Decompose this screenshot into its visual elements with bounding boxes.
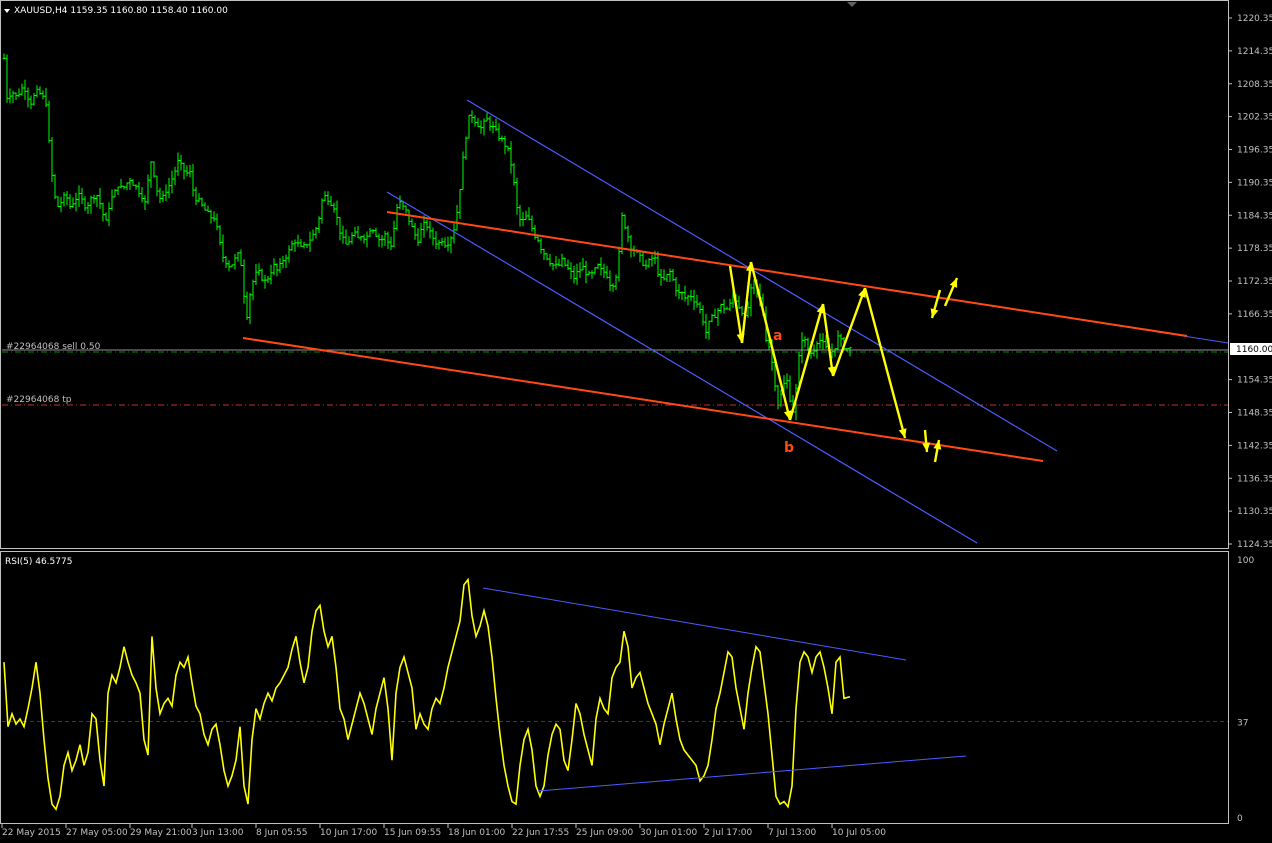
rsi-line [3, 577, 851, 811]
price-annotations [2, 99, 1229, 544]
main-chart-frame [0, 0, 1229, 549]
price-tick-label: 1190.35 [1237, 178, 1272, 188]
price-tick-label: 1172.35 [1237, 277, 1272, 287]
time-tick-label: 3 Jun 13:00 [192, 828, 244, 838]
time-tick-label: 30 Jun 01:00 [640, 828, 697, 838]
rsi-lower-trendline [537, 755, 967, 792]
chart-window[interactable]: XAUUSD,H4 1159.35 1160.80 1158.40 1160.0… [0, 0, 1272, 839]
current-price-label: 1160.00 [1236, 345, 1272, 355]
time-tick-label: 22 May 2015 [2, 828, 61, 838]
rsi-plot: 100 37 0 [2, 556, 1254, 824]
price-tick-label: 1178.35 [1237, 244, 1272, 254]
symbol-header: XAUUSD,H4 1159.35 1160.80 1158.40 1160.0… [14, 6, 228, 16]
price-tick-label: 1220.35 [1237, 14, 1272, 24]
price-tick-label: 1130.35 [1237, 507, 1272, 517]
price-tick-label: 1214.35 [1237, 47, 1272, 57]
sell-order-label[interactable]: #22964068 sell 0.50 [6, 342, 101, 352]
time-tick-label: 29 May 21:00 [130, 828, 192, 838]
price-tick-label: 1208.35 [1237, 80, 1272, 90]
time-tick-label: 10 Jun 17:00 [320, 828, 377, 838]
channel-lower-line [386, 191, 978, 544]
tp-order-label[interactable]: #22964068 tp [6, 395, 72, 405]
resistance-trendline [386, 211, 1188, 337]
rsi-tick-label: 0 [1237, 814, 1243, 824]
wave-arrow [863, 287, 907, 439]
price-candles [2, 53, 852, 421]
rsi-upper-trendline [482, 587, 907, 661]
wave-label-b: b [784, 440, 794, 456]
time-tick-label: 8 Jun 05:55 [256, 828, 307, 838]
price-axis: 1220.35 1214.35 1208.35 1202.35 1196.35 1190.… [1228, 14, 1272, 550]
price-tick-label: 1202.35 [1237, 113, 1272, 123]
price-tick-label: 1154.35 [1237, 376, 1272, 386]
price-tick-label: 1142.35 [1237, 441, 1272, 451]
wave-arrow [749, 261, 792, 421]
price-tick-label: 1136.35 [1237, 474, 1272, 484]
price-tick-label: 1166.35 [1237, 310, 1272, 320]
time-tick-label: 25 Jun 09:00 [576, 828, 633, 838]
price-tick-label: 1196.35 [1237, 146, 1272, 156]
wave-arrow [728, 265, 744, 344]
rsi-tick-label: 37 [1237, 719, 1248, 729]
rsi-chart-frame [0, 551, 1229, 824]
price-tick-label: 1148.35 [1237, 409, 1272, 419]
rsi-tick-label: 100 [1237, 556, 1254, 566]
scroll-shift-icon[interactable] [847, 2, 857, 7]
wave-label-a: a [773, 328, 782, 344]
support-trendline [242, 337, 1044, 462]
price-tick-label: 1124.35 [1237, 540, 1272, 550]
time-axis: 22 May 2015 27 May 05:00 29 May 21:00 3 Jun… [1, 824, 886, 838]
time-tick-label: 27 May 05:00 [66, 828, 128, 838]
wave-arrow [788, 303, 825, 421]
wave-arrow [740, 261, 753, 344]
price-tick-label: 1184.35 [1237, 211, 1272, 221]
time-tick-label: 10 Jul 05:00 [832, 828, 886, 838]
time-tick-label: 2 Jul 17:00 [704, 828, 753, 838]
triangle-down-icon[interactable] [4, 9, 10, 13]
chart-canvas[interactable]: XAUUSD,H4 1159.35 1160.80 1158.40 1160.0… [0, 0, 1272, 839]
time-tick-label: 15 Jun 09:55 [384, 828, 441, 838]
time-tick-label: 18 Jun 01:00 [448, 828, 505, 838]
rsi-header: RSI(5) 46.5775 [5, 557, 72, 567]
channel-upper-line [466, 99, 1058, 452]
time-tick-label: 22 Jun 17:55 [512, 828, 569, 838]
time-tick-label: 7 Jul 13:00 [768, 828, 817, 838]
